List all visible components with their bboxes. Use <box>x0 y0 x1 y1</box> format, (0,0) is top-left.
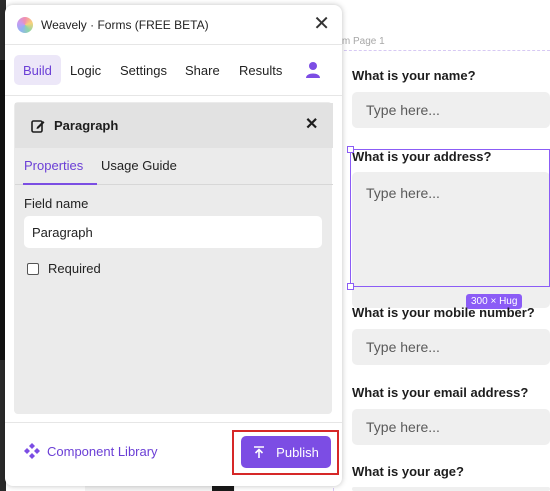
edit-icon <box>31 120 45 133</box>
question-label-email[interactable]: What is your email address? <box>352 385 528 400</box>
tab-logic[interactable]: Logic <box>61 55 110 85</box>
tab-build[interactable]: Build <box>14 55 61 85</box>
upload-icon <box>254 446 265 458</box>
required-toggle[interactable]: Required <box>27 261 101 276</box>
tab-results[interactable]: Results <box>230 55 291 85</box>
page-border-top <box>334 50 550 51</box>
weavely-logo-icon <box>17 17 33 33</box>
resize-handle-top-left[interactable] <box>347 146 354 153</box>
publish-button[interactable]: Publish <box>241 436 331 468</box>
tab-properties[interactable]: Properties <box>24 158 83 173</box>
question-input-mobile[interactable]: Type here... <box>352 329 550 365</box>
tab-share[interactable]: Share <box>176 55 229 85</box>
tab-settings[interactable]: Settings <box>111 55 176 85</box>
question-label-name[interactable]: What is your name? <box>352 68 476 83</box>
close-field-button[interactable]: ✕ <box>305 114 318 134</box>
main-nav: Build Logic Settings Share Results <box>5 46 342 96</box>
field-tabs: Properties Usage Guide <box>15 148 333 185</box>
close-panel-button[interactable]: ✕ <box>313 14 330 34</box>
question-label-age[interactable]: What is your age? <box>352 464 464 479</box>
publish-label: Publish <box>276 444 319 460</box>
user-icon[interactable] <box>305 61 321 79</box>
title-bar: Weavely · Forms (FREE BETA) ✕ <box>5 5 342 45</box>
question-input-email[interactable]: Type here... <box>352 409 550 445</box>
field-type-title: Paragraph <box>54 118 119 133</box>
footer-divider <box>5 422 342 423</box>
required-checkbox[interactable] <box>27 262 39 275</box>
weavely-panel: Weavely · Forms (FREE BETA) ✕ Build Logi… <box>5 5 342 486</box>
component-library-button[interactable]: Component Library <box>24 443 158 459</box>
tab-usage-guide[interactable]: Usage Guide <box>101 158 177 173</box>
field-name-label: Field name <box>24 196 89 211</box>
field-name-input[interactable]: Paragraph <box>24 216 322 248</box>
window-title: Weavely · Forms (FREE BETA) <box>41 18 209 32</box>
field-header: Paragraph ✕ <box>15 103 333 148</box>
question-input-name[interactable]: Type here... <box>352 92 550 128</box>
component-library-icon <box>24 443 40 459</box>
question-label-mobile[interactable]: What is your mobile number? <box>352 305 535 320</box>
question-input-age[interactable] <box>352 487 550 491</box>
required-label: Required <box>48 261 101 276</box>
selection-outline <box>350 149 550 287</box>
component-library-label: Component Library <box>47 443 158 459</box>
active-tab-underline <box>23 183 97 185</box>
resize-handle-bottom-left[interactable] <box>347 283 354 290</box>
